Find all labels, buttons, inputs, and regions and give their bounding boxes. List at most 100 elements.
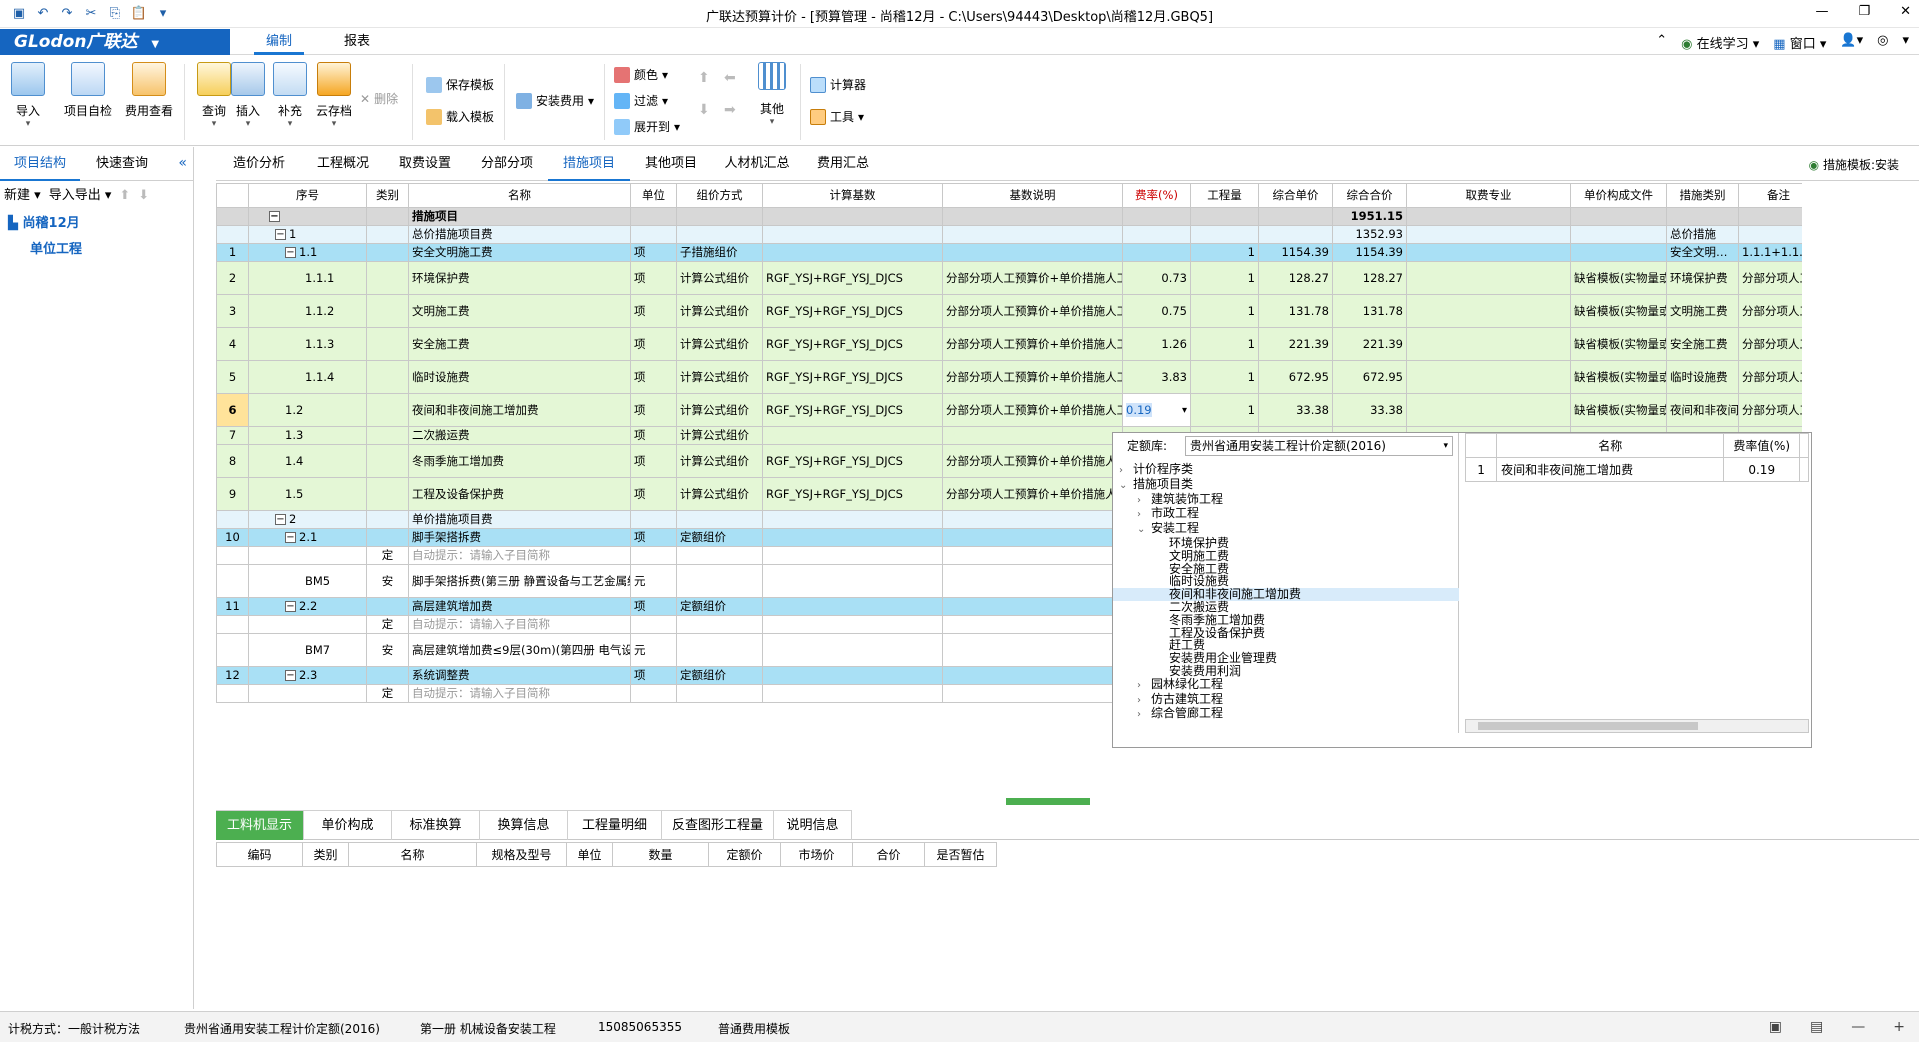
import-export-button[interactable]: 导入导出 ▾	[49, 181, 112, 211]
rate-tree-item[interactable]: › 计价程序类	[1113, 463, 1459, 478]
cell-note[interactable]: 分部分项人工预算价+单…	[1738, 360, 1802, 394]
cell-total[interactable]: 33.38	[1332, 393, 1407, 427]
grid-header-profession[interactable]: 取费专业	[1406, 183, 1571, 208]
tab-fee-settings[interactable]: 取费设置	[384, 147, 466, 181]
tab-standard-conversion[interactable]: 标准换算	[392, 810, 480, 840]
cell-cat[interactable]	[1666, 207, 1739, 226]
collapse-toggle-icon[interactable]: −	[269, 211, 280, 222]
bottom-header-spec[interactable]: 规格及型号	[476, 842, 567, 867]
rate-tree-item[interactable]: 冬雨季施工增加费	[1113, 613, 1459, 627]
cell-prof[interactable]	[1406, 261, 1571, 295]
cell-desc[interactable]: 分部分项人工预算价+单价措施人工预算价	[942, 393, 1123, 427]
close-icon[interactable]: ✕	[1900, 4, 1911, 19]
cell-code[interactable]: −1.1	[248, 243, 367, 262]
cell-name[interactable]: 二次搬运费	[408, 426, 631, 445]
more-icon[interactable]: ▾	[1902, 33, 1909, 52]
cell-name[interactable]: 安全施工费	[408, 327, 631, 361]
bottom-header-amount[interactable]: 合价	[852, 842, 925, 867]
cell-unit[interactable]: 项	[630, 477, 677, 511]
table-row[interactable]: 6 1.2 夜间和非夜间施工增加费项计算公式组价 RGF_YSJ+RGF_YSJ_DJ…	[216, 393, 1802, 427]
cell-base[interactable]	[762, 426, 943, 445]
rate-tree-item[interactable]: 环境保护费	[1113, 537, 1459, 550]
cell-base[interactable]	[762, 546, 943, 565]
user-icon[interactable]: 👤▾	[1840, 33, 1863, 52]
cell-rate[interactable]	[1122, 225, 1191, 244]
cell-rate[interactable]	[1122, 243, 1191, 262]
cell-unit[interactable]	[630, 615, 677, 634]
cell-unit[interactable]: 项	[630, 294, 677, 328]
tab-other-items[interactable]: 其他项目	[630, 147, 712, 181]
cell-code[interactable]: 1.1.3	[248, 327, 367, 361]
tree-project[interactable]: ▙ 尚稽12月	[0, 211, 193, 237]
cell-type[interactable]: 定	[366, 546, 409, 565]
rate-tree-item[interactable]: › 市政工程	[1113, 507, 1459, 522]
cell-desc[interactable]: 分部分项人工预算价+单价措施人工预算价	[942, 261, 1123, 295]
cell-base[interactable]	[762, 633, 943, 667]
cell-desc[interactable]	[942, 225, 1123, 244]
grid-header-base[interactable]: 计算基数	[762, 183, 943, 208]
cloud-archive-button[interactable]: 云存档 ▾	[306, 62, 362, 129]
cell-cat[interactable]: 总价措施	[1666, 225, 1739, 244]
cell-method[interactable]	[676, 633, 763, 667]
grid-header-type[interactable]: 类别	[366, 183, 409, 208]
collapse-toggle-icon[interactable]: −	[285, 670, 296, 681]
chevron-right-icon[interactable]: ›	[1119, 465, 1133, 478]
cell-unit[interactable]: 元	[630, 633, 677, 667]
cell-method[interactable]: 计算公式组价	[676, 444, 763, 478]
cell-type[interactable]	[366, 360, 409, 394]
rate-tree-item[interactable]: ⌄ 措施项目类	[1113, 477, 1459, 493]
grid-header-code[interactable]: 序号	[248, 183, 367, 208]
collapse-toggle-icon[interactable]: −	[285, 601, 296, 612]
cell-file[interactable]: 缺省模板(实物量或计算公式组价)	[1570, 294, 1667, 328]
cell-file[interactable]: 缺省模板(实物量或计算公式组价)	[1570, 393, 1667, 427]
cell-type[interactable]: 安	[366, 564, 409, 598]
cell-unit[interactable]	[630, 207, 677, 226]
cell-file[interactable]: 缺省模板(实物量或计算公式组价)	[1570, 360, 1667, 394]
move-down-icon[interactable]: ⬇	[698, 102, 710, 118]
cell-price[interactable]: 221.39	[1258, 327, 1333, 361]
cell-type[interactable]	[366, 261, 409, 295]
cell-type[interactable]: 安	[366, 633, 409, 667]
cell-code[interactable]: −2.1	[248, 528, 367, 547]
cell-base[interactable]	[762, 528, 943, 547]
cell-prof[interactable]	[1406, 243, 1571, 262]
cell-total[interactable]: 128.27	[1332, 261, 1407, 295]
cell-base[interactable]	[762, 225, 943, 244]
tab-unit-price-composition[interactable]: 单价构成	[304, 810, 392, 840]
cell-file[interactable]	[1570, 243, 1667, 262]
cell-method[interactable]: 计算公式组价	[676, 477, 763, 511]
cell-code[interactable]: BM7	[248, 633, 367, 667]
row-number[interactable]	[216, 510, 249, 529]
collapse-toggle-icon[interactable]: −	[275, 229, 286, 240]
cell-desc[interactable]	[942, 546, 1123, 565]
rate-tree-item[interactable]: ⌄ 安装工程	[1113, 522, 1459, 537]
cell-code[interactable]: 1.4	[248, 444, 367, 478]
bottom-header-code[interactable]: 编码	[216, 842, 303, 867]
cell-total[interactable]: 131.78	[1332, 294, 1407, 328]
cell-file[interactable]	[1570, 207, 1667, 226]
rate-edit-cell[interactable]: 0.19 ▾	[1122, 393, 1191, 427]
collapse-toggle-icon[interactable]: −	[285, 532, 296, 543]
chevron-right-icon[interactable]: ›	[1137, 509, 1151, 522]
table-row[interactable]: 1−1.1 安全文明施工费项子措施组价 1 1154.39 1154.39 安全文明… 1.…	[216, 243, 1802, 262]
cell-unit[interactable]: 项	[630, 426, 677, 445]
cell-code[interactable]: −2.3	[248, 666, 367, 685]
app-logo[interactable]: GLodon广联达 ▼	[0, 29, 230, 55]
cell-qty[interactable]	[1190, 207, 1259, 226]
cell-type[interactable]	[366, 597, 409, 616]
cell-base[interactable]: RGF_YSJ+RGF_YSJ_DJCS	[762, 294, 943, 328]
cell-price[interactable]	[1258, 225, 1333, 244]
table-row[interactable]: − 措施项目 1951.15	[216, 207, 1802, 226]
row-number[interactable]: 9	[216, 477, 249, 511]
cell-rate[interactable]: 3.83	[1122, 360, 1191, 394]
cell-type[interactable]	[366, 207, 409, 226]
rate-tree-item[interactable]: 安装费用企业管理费	[1113, 652, 1459, 665]
cell-total[interactable]: 221.39	[1332, 327, 1407, 361]
cell-name[interactable]: 环境保护费	[408, 261, 631, 295]
cell-type[interactable]	[366, 510, 409, 529]
tab-reverse-check-graphic[interactable]: 反查图形工程量	[662, 810, 774, 840]
tab-quantity-detail[interactable]: 工程量明细	[568, 810, 662, 840]
cell-note[interactable]: 分部分项人工预算价+单…	[1738, 294, 1802, 328]
collapse-toggle-icon[interactable]: −	[275, 514, 286, 525]
cell-cat[interactable]: 安全施工费	[1666, 327, 1739, 361]
